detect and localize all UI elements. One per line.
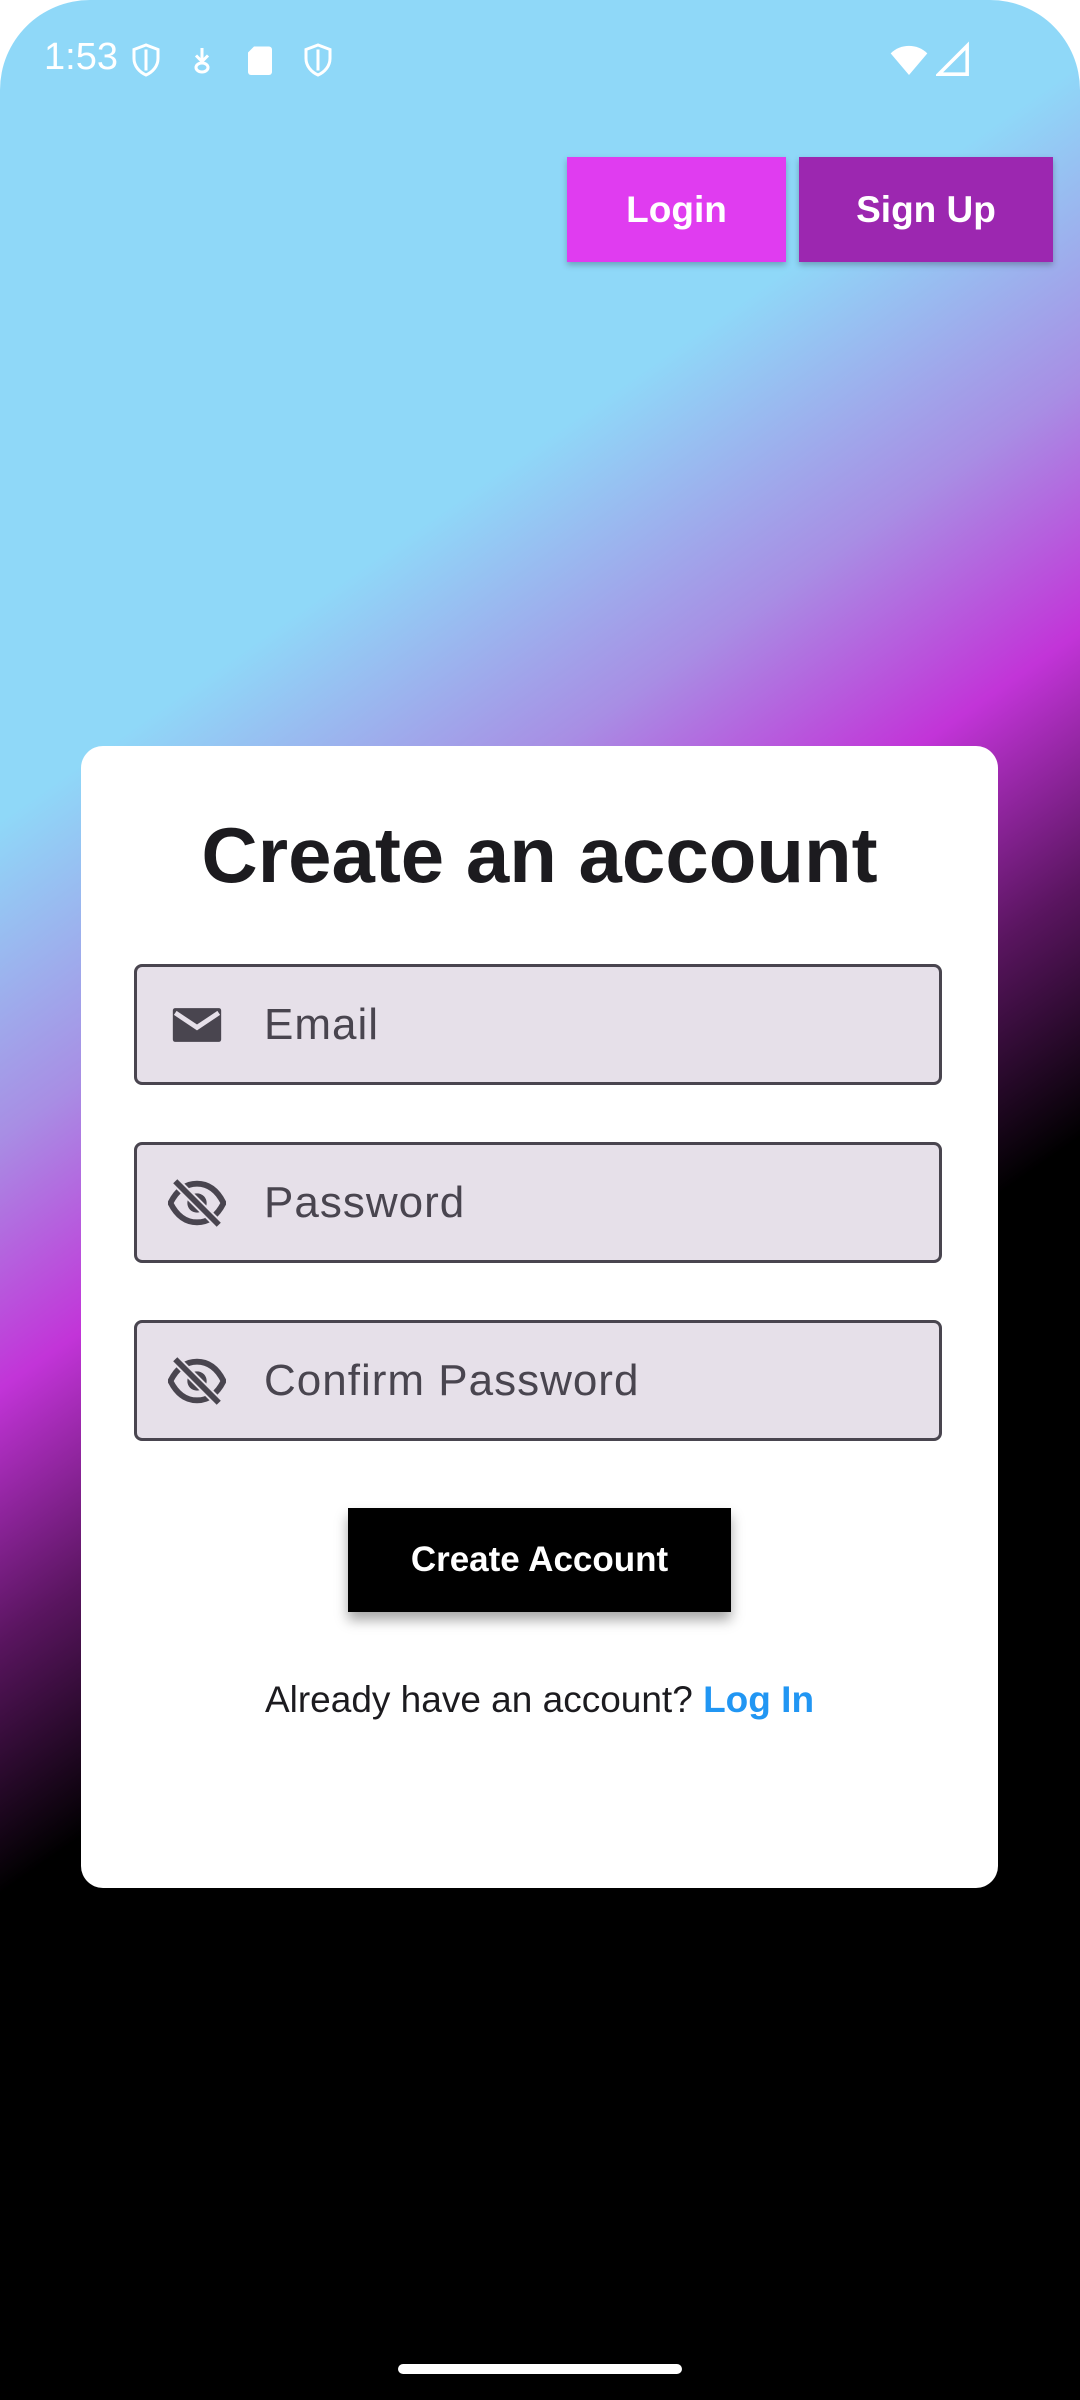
login-link[interactable]: Log In <box>703 1679 814 1720</box>
password-input[interactable] <box>264 1177 919 1228</box>
confirm-password-field[interactable] <box>134 1320 942 1441</box>
create-account-button[interactable]: Create Account <box>348 1508 731 1612</box>
login-button[interactable]: Login <box>567 157 786 262</box>
email-field[interactable] <box>134 964 942 1085</box>
home-indicator[interactable] <box>398 2364 682 2374</box>
download-icon <box>184 40 220 80</box>
email-input[interactable] <box>264 999 919 1050</box>
signup-card: Create an account Create Account Already… <box>81 746 998 1888</box>
mail-icon <box>168 996 226 1054</box>
status-bar: 1:53 <box>0 0 1080 120</box>
password-field[interactable] <box>134 1142 942 1263</box>
shield-icon <box>300 40 336 80</box>
sd-card-icon <box>242 40 278 80</box>
status-time: 1:53 <box>44 36 118 78</box>
visibility-off-icon[interactable] <box>168 1174 226 1232</box>
signup-button[interactable]: Sign Up <box>799 157 1053 262</box>
wifi-icon <box>888 40 930 80</box>
page-title: Create an account <box>201 811 878 899</box>
visibility-off-icon[interactable] <box>168 1352 226 1410</box>
app-screen: 1:53 Login Sign Up Create an account Ema… <box>0 0 1080 2400</box>
shield-icon <box>128 40 164 80</box>
login-prompt: Already have an account? Log In <box>81 1679 998 1721</box>
login-prompt-text: Already have an account? <box>264 1679 704 1720</box>
signal-icon <box>936 40 970 80</box>
confirm-password-input[interactable] <box>264 1355 919 1406</box>
